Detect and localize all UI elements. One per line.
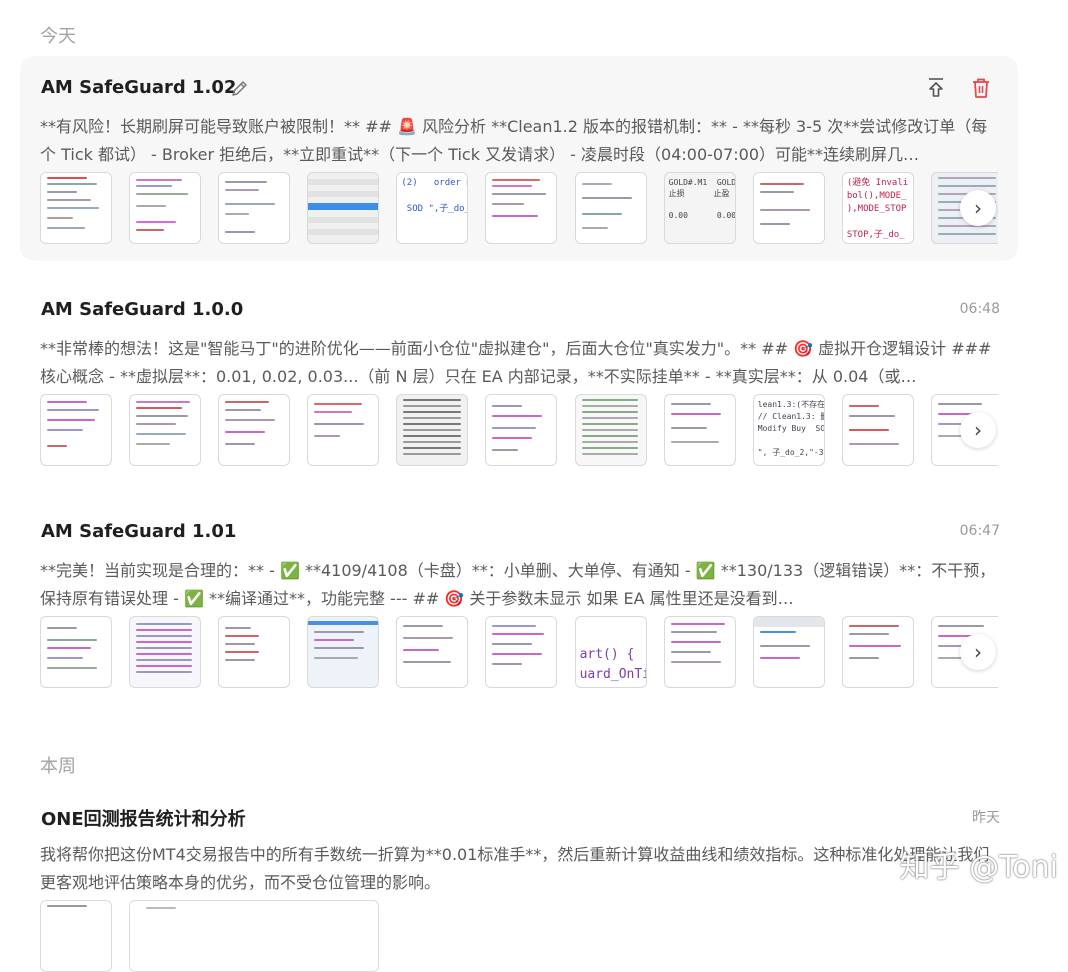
section-label-this-week: 本周 xyxy=(40,756,76,777)
attachment-thumbnail[interactable]: (2) order modif SOD ",子_do_2,"-3" xyxy=(396,172,469,244)
section-label-today: 今天 xyxy=(40,26,76,47)
delete-icon[interactable] xyxy=(968,75,994,101)
attachment-thumbnail[interactable] xyxy=(307,172,380,244)
thumbnails-next-button[interactable]: › xyxy=(960,412,996,448)
conversation-title: AM SafeGuard 1.02 xyxy=(41,77,237,98)
attachment-thumbnail[interactable] xyxy=(485,394,558,466)
conversation-item[interactable]: ONE回测报告统计和分析 昨天 我将帮你把这份MT4交易报告中的所有手数统一折算… xyxy=(20,782,1018,972)
attachment-thumbnail[interactable]: GOLD#.M1 GOLD 止损 止盈 0.00 0.00 xyxy=(663,172,736,244)
attachment-thumbnail[interactable] xyxy=(841,616,914,688)
attachment-thumbnail[interactable] xyxy=(485,616,558,688)
conversation-title: AM SafeGuard 1.0.0 xyxy=(41,299,244,320)
conversation-summary: 我将帮你把这份MT4交易报告中的所有手数统一折算为**0.01标准手**，然后重… xyxy=(40,845,990,892)
conversation-item[interactable]: AM SafeGuard 1.02 **有风险！长期刷屏可能导致账户被限制！**… xyxy=(20,56,1018,261)
conversation-item[interactable]: AM SafeGuard 1.0.0 06:48 **非常棒的想法！这是"智能马… xyxy=(20,278,1018,483)
attachment-thumbnail[interactable] xyxy=(129,616,202,688)
conversation-title: AM SafeGuard 1.01 xyxy=(41,521,237,542)
attachment-thumbnail[interactable] xyxy=(841,394,914,466)
attachment-thumbnail[interactable] xyxy=(40,172,112,244)
attachment-thumbnails: (2) order modif SOD ",子_do_2,"-3" GOLD#.… xyxy=(40,172,998,244)
share-icon[interactable] xyxy=(923,75,949,101)
conversation-item[interactable]: AM SafeGuard 1.01 06:47 **完美！当前实现是合理的：**… xyxy=(20,500,1018,705)
attachment-thumbnail[interactable] xyxy=(396,394,469,466)
attachment-thumbnail[interactable] xyxy=(752,172,825,244)
attachment-thumbnails xyxy=(40,900,998,972)
conversation-summary: **完美！当前实现是合理的：** - ✅ **4109/4108（卡盘）**：小… xyxy=(40,561,996,608)
edit-icon[interactable] xyxy=(228,76,252,100)
conversation-time: 06:47 xyxy=(959,523,1000,539)
attachment-thumbnail[interactable] xyxy=(129,172,202,244)
attachment-thumbnail[interactable] xyxy=(663,616,736,688)
chevron-right-icon: › xyxy=(974,196,982,220)
chevron-right-icon: › xyxy=(974,640,982,664)
attachment-thumbnail[interactable] xyxy=(574,394,647,466)
attachment-thumbnails: lean1.3:(不存在 // Clean1.3: 删 Modify Buy S… xyxy=(40,394,998,466)
attachment-thumbnail[interactable]: (避免 Invali bol(),MODE_ ),MODE_STOP STOP,… xyxy=(841,172,914,244)
conversation-title: ONE回测报告统计和分析 xyxy=(41,809,246,830)
attachment-thumbnail[interactable] xyxy=(129,900,380,972)
conversation-time: 昨天 xyxy=(972,810,1000,826)
attachment-thumbnail[interactable] xyxy=(663,394,736,466)
thumbnails-next-button[interactable]: › xyxy=(960,190,996,226)
attachment-thumbnail[interactable] xyxy=(485,172,558,244)
conversation-summary: **有风险！长期刷屏可能导致账户被限制！** ## 🚨 风险分析 **Clean… xyxy=(40,117,988,164)
attachment-thumbnail[interactable] xyxy=(396,616,469,688)
attachment-thumbnail[interactable] xyxy=(40,616,112,688)
chevron-right-icon: › xyxy=(974,418,982,442)
attachment-thumbnail[interactable] xyxy=(40,900,112,972)
attachment-thumbnail[interactable] xyxy=(129,394,202,466)
watermark-text: 知乎 @Toni xyxy=(899,850,1058,885)
attachment-thumbnail[interactable] xyxy=(752,616,825,688)
attachment-thumbnail[interactable] xyxy=(218,172,291,244)
conversation-time: 06:48 xyxy=(959,301,1000,317)
attachment-thumbnail[interactable] xyxy=(307,616,380,688)
attachment-thumbnail[interactable] xyxy=(218,394,291,466)
thumbnails-next-button[interactable]: › xyxy=(960,634,996,670)
attachment-thumbnail[interactable] xyxy=(307,394,380,466)
attachment-thumbnail[interactable]: art() { uard_OnTi xyxy=(574,616,647,688)
attachment-thumbnails: art() { uard_OnTi xyxy=(40,616,998,688)
attachment-thumbnail[interactable] xyxy=(40,394,112,466)
attachment-thumbnail[interactable] xyxy=(574,172,647,244)
attachment-thumbnail[interactable] xyxy=(218,616,291,688)
attachment-thumbnail[interactable]: lean1.3:(不存在 // Clean1.3: 删 Modify Buy S… xyxy=(752,394,825,466)
conversation-summary: **非常棒的想法！这是"智能马丁"的进阶优化——前面小仓位"虚拟建仓"，后面大仓… xyxy=(40,339,992,386)
